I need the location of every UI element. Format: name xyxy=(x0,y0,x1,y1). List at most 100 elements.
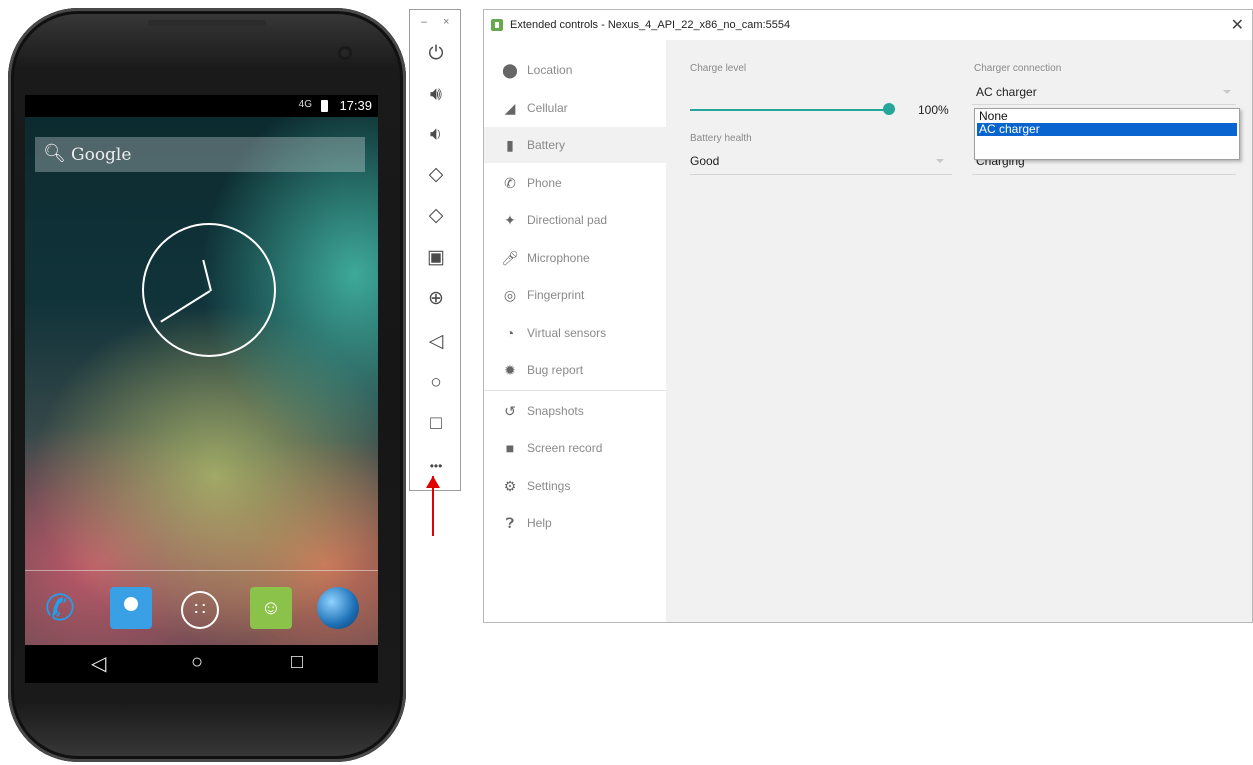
contacts-app-icon[interactable] xyxy=(110,587,152,629)
back-button[interactable]: ◁ xyxy=(91,651,106,676)
battery-icon: ▮ xyxy=(506,137,514,153)
chevron-down-icon xyxy=(936,159,944,163)
back-icon[interactable]: ◁ xyxy=(420,328,452,356)
sidebar-item-fingerprint[interactable]: ◎ Fingerprint xyxy=(484,277,666,313)
sidebar-nav: ⬤ Location ◢ Cellular ▮ Battery ✆ Phone … xyxy=(484,40,666,622)
annotation-arrow xyxy=(426,476,440,536)
messaging-app-icon[interactable]: ☺ xyxy=(250,587,292,629)
sidebar-item-label: Snapshots xyxy=(527,404,584,418)
sidebar-item-snapshots[interactable]: ↺ Snapshots xyxy=(484,393,666,429)
dpad-icon: ✦ xyxy=(504,212,516,228)
sidebar-item-microphone[interactable]: 🎤︎ Microphone xyxy=(484,240,666,276)
battery-status-underline xyxy=(972,174,1236,175)
front-camera xyxy=(338,46,352,60)
analog-clock-widget[interactable] xyxy=(142,223,276,357)
help-icon: ❓︎ xyxy=(505,515,515,531)
volume-up-icon[interactable]: 🔊︎ xyxy=(420,81,452,109)
charger-connection-select[interactable]: AC charger xyxy=(976,85,1037,99)
phone-screen[interactable]: 4G 17:39 🔍︎ Google ✆ ∷ ☺ ◁ ○ □ xyxy=(25,95,378,683)
charge-level-slider-track[interactable] xyxy=(690,109,888,111)
extended-controls-window: Extended controls - Nexus_4_API_22_x86_n… xyxy=(483,9,1253,623)
sidebar-item-label: Screen record xyxy=(527,441,603,455)
sidebar-item-label: Virtual sensors xyxy=(527,326,607,340)
google-search-bar[interactable]: 🔍︎ Google xyxy=(35,137,365,172)
battery-icon xyxy=(321,100,328,112)
earpiece-speaker xyxy=(148,20,266,26)
sidebar-item-label: Location xyxy=(527,63,573,77)
sidebar-item-cellular[interactable]: ◢ Cellular xyxy=(484,90,666,126)
gear-icon: ⚙︎ xyxy=(503,478,517,494)
sidebar-item-label: Directional pad xyxy=(527,213,608,227)
emulator-toolbar: – × ⏻ 🔊︎ 🔉︎ ◇ ◇ ▣ ⊕ ◁ ○ □ ••• xyxy=(409,9,461,491)
toolbar-window-controls: – × xyxy=(410,16,462,30)
window-title: Extended controls - Nexus_4_API_22_x86_n… xyxy=(510,19,791,31)
sidebar-item-screen-record[interactable]: ■ Screen record xyxy=(484,430,666,466)
camera-icon[interactable]: ▣ xyxy=(420,244,452,272)
charge-level-slider-thumb[interactable] xyxy=(883,103,895,115)
window-close-button[interactable]: ✕ xyxy=(1231,15,1244,35)
app-dock: ✆ ∷ ☺ xyxy=(25,575,378,645)
clock-minute-hand xyxy=(160,290,211,323)
power-icon[interactable]: ⏻ xyxy=(420,40,452,68)
charger-connection-underline xyxy=(972,104,1236,105)
status-bar: 4G 17:39 xyxy=(25,95,378,117)
virtual-sensors-icon: ◔ xyxy=(505,325,515,341)
minimize-button[interactable]: – xyxy=(421,16,427,28)
sidebar-item-label: Battery xyxy=(527,138,566,152)
sidebar-item-help[interactable]: ❓︎ Help xyxy=(484,505,666,541)
overview-icon[interactable]: □ xyxy=(420,410,452,438)
signal-icon: 4G xyxy=(298,99,312,110)
charge-level-label: Charge level xyxy=(690,63,747,74)
charge-level-value: 100% xyxy=(918,103,949,117)
sidebar-item-label: Bug report xyxy=(527,363,584,377)
sidebar-item-label: Microphone xyxy=(527,251,590,265)
dropdown-option-ac-charger[interactable]: AC charger xyxy=(977,123,1237,136)
phone-icon: ✆ xyxy=(504,175,516,191)
sidebar-item-bug-report[interactable]: ✹ Bug report xyxy=(484,352,666,388)
sidebar-item-directional-pad[interactable]: ✦ Directional pad xyxy=(484,202,666,238)
location-pin-icon: ⬤ xyxy=(502,62,518,78)
sidebar-item-label: Fingerprint xyxy=(527,288,585,302)
sidebar-item-location[interactable]: ⬤ Location xyxy=(484,52,666,88)
sidebar-item-battery[interactable]: ▮ Battery xyxy=(484,127,666,163)
search-icon: 🔍︎ xyxy=(43,143,66,163)
sidebar-item-label: Cellular xyxy=(527,101,568,115)
home-button[interactable]: ○ xyxy=(191,651,203,674)
chevron-down-icon xyxy=(1223,90,1231,94)
recents-button[interactable]: □ xyxy=(291,651,303,674)
video-camera-icon: ■ xyxy=(505,440,515,456)
microphone-icon: 🎤︎ xyxy=(501,250,519,266)
sidebar-item-phone[interactable]: ✆ Phone xyxy=(484,165,666,201)
fingerprint-icon: ◎ xyxy=(503,287,517,303)
app-drawer-icon[interactable]: ∷ xyxy=(181,591,219,629)
sidebar-item-settings[interactable]: ⚙︎ Settings xyxy=(484,468,666,504)
browser-app-icon[interactable] xyxy=(317,587,359,629)
rotate-left-icon[interactable]: ◇ xyxy=(420,161,452,189)
zoom-icon[interactable]: ⊕ xyxy=(420,285,452,313)
dock-divider xyxy=(25,570,378,571)
sidebar-item-virtual-sensors[interactable]: ◔ Virtual sensors xyxy=(484,315,666,351)
sidebar-item-label: Settings xyxy=(527,479,571,493)
window-titlebar: Extended controls - Nexus_4_API_22_x86_n… xyxy=(484,10,1252,40)
emulator-app-icon xyxy=(491,19,503,31)
charger-connection-label: Charger connection xyxy=(974,63,1062,74)
battery-health-underline xyxy=(690,174,952,175)
bug-icon: ✹ xyxy=(504,362,516,378)
volume-down-icon[interactable]: 🔉︎ xyxy=(420,121,452,149)
sidebar-item-label: Phone xyxy=(527,176,562,190)
cellular-signal-icon: ◢ xyxy=(504,100,516,116)
clock-hour-hand xyxy=(202,259,212,292)
snapshot-history-icon: ↺ xyxy=(504,403,516,419)
status-time: 17:39 xyxy=(339,98,372,113)
android-nav-bar: ◁ ○ □ xyxy=(25,645,378,683)
battery-health-select[interactable]: Good xyxy=(690,154,719,168)
home-icon[interactable]: ○ xyxy=(420,369,452,397)
search-hint: Google xyxy=(71,145,132,165)
sidebar-divider xyxy=(484,390,666,391)
rotate-right-icon[interactable]: ◇ xyxy=(420,202,452,230)
battery-health-label: Battery health xyxy=(690,133,752,144)
charger-connection-dropdown: None AC charger xyxy=(974,108,1240,160)
android-phone-frame: 4G 17:39 🔍︎ Google ✆ ∷ ☺ ◁ ○ □ xyxy=(8,8,406,762)
close-button[interactable]: × xyxy=(443,16,449,28)
phone-app-icon[interactable]: ✆ xyxy=(39,587,81,629)
